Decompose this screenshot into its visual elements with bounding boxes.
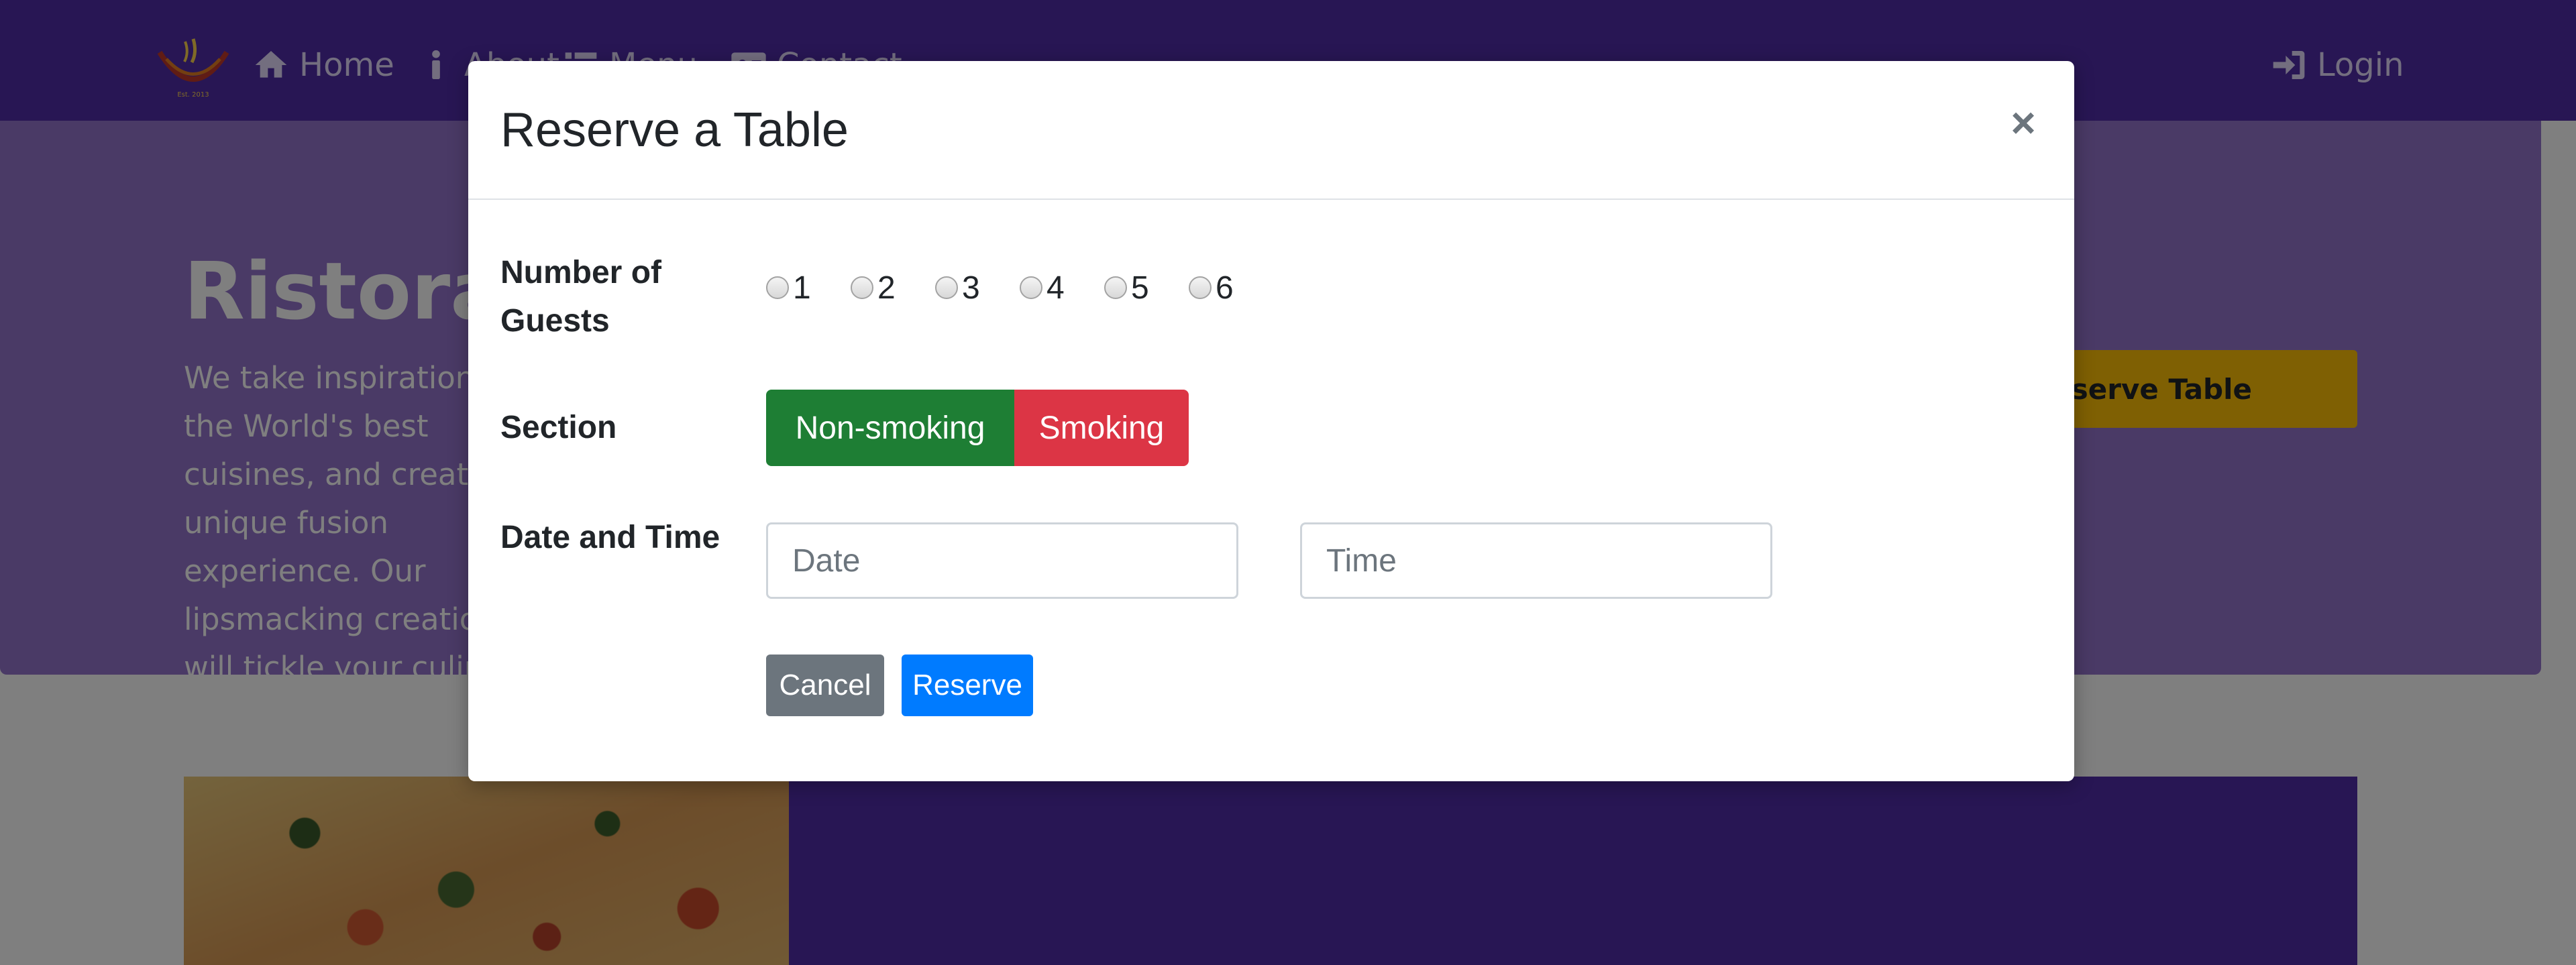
radio-button[interactable] xyxy=(1189,276,1212,299)
close-button[interactable]: × xyxy=(2004,101,2042,144)
cancel-button[interactable]: Cancel xyxy=(766,655,884,716)
radio-button[interactable] xyxy=(851,276,873,299)
guests-label: Number of Guests xyxy=(500,255,661,339)
guests-option-label: 6 xyxy=(1216,270,1234,306)
time-input[interactable] xyxy=(1300,522,1772,599)
radio-button[interactable] xyxy=(1104,276,1127,299)
guests-option-label: 5 xyxy=(1131,270,1149,306)
datetime-label: Date and Time xyxy=(500,520,720,555)
radio-button[interactable] xyxy=(935,276,958,299)
guests-option-2[interactable]: 2 xyxy=(851,270,935,306)
smoking-button[interactable]: Smoking xyxy=(1014,390,1189,466)
non-smoking-button[interactable]: Non-smoking xyxy=(766,390,1014,466)
guests-radio-group: 1 2 3 4 5 6 xyxy=(766,266,1273,309)
date-input[interactable] xyxy=(766,522,1238,599)
guests-option-label: 4 xyxy=(1046,270,1065,306)
guests-option-label: 1 xyxy=(793,270,811,306)
guests-option-1[interactable]: 1 xyxy=(766,270,851,306)
guests-option-4[interactable]: 4 xyxy=(1020,270,1104,306)
modal-header: Reserve a Table × xyxy=(468,61,2074,200)
radio-button[interactable] xyxy=(766,276,789,299)
reserve-button[interactable]: Reserve xyxy=(902,655,1033,716)
section-label: Section xyxy=(500,410,617,445)
guests-option-5[interactable]: 5 xyxy=(1104,270,1189,306)
reserve-modal: Reserve a Table × Number of Guests 1 2 3… xyxy=(468,61,2074,781)
section-toggle-group: Non-smoking Smoking xyxy=(766,390,1189,466)
modal-title: Reserve a Table xyxy=(500,103,849,157)
radio-button[interactable] xyxy=(1020,276,1042,299)
guests-option-label: 3 xyxy=(962,270,980,306)
guests-option-6[interactable]: 6 xyxy=(1189,270,1273,306)
guests-option-3[interactable]: 3 xyxy=(935,270,1020,306)
guests-option-label: 2 xyxy=(877,270,896,306)
